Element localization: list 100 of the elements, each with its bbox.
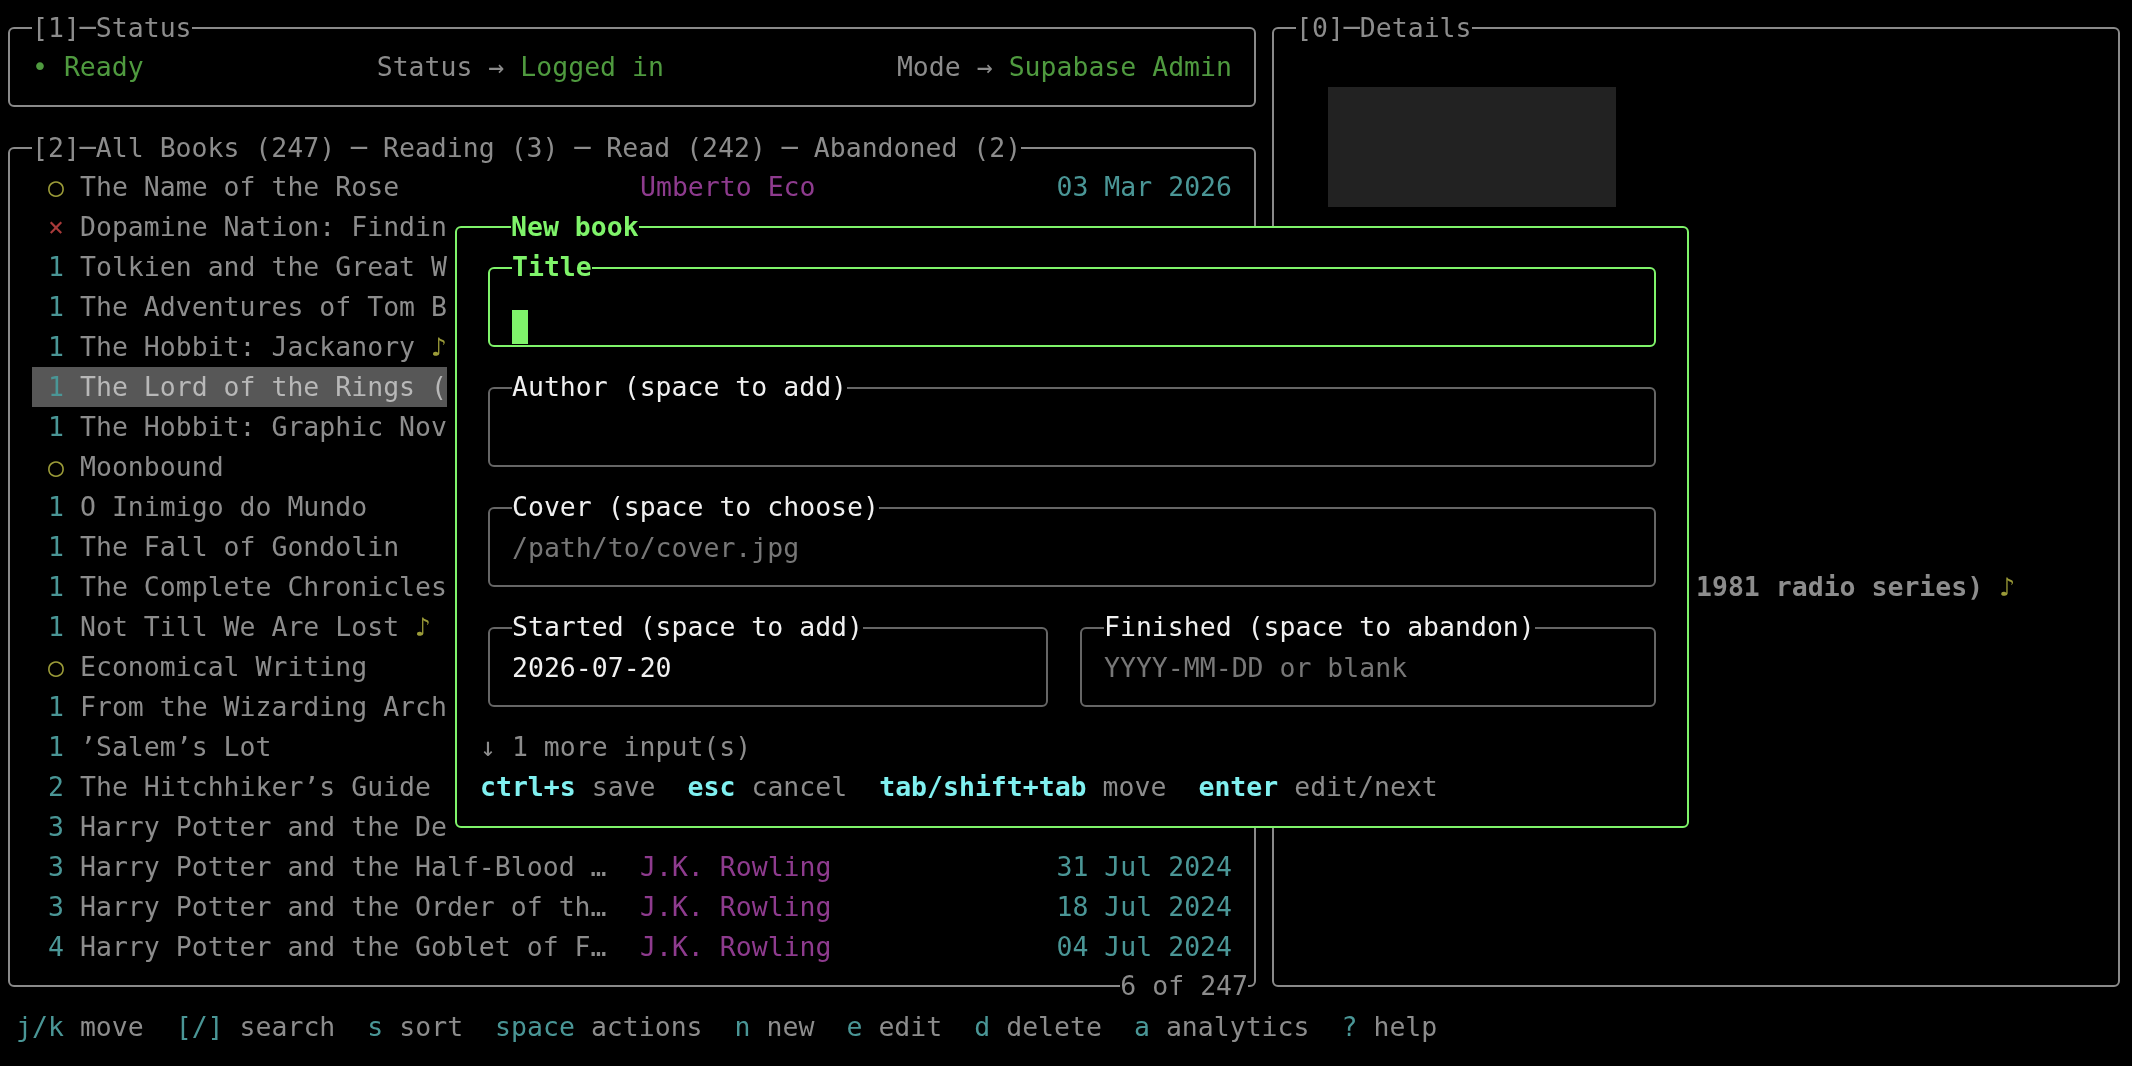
- book-row[interactable]: 1 The Lord of the Rings (: [32, 367, 447, 407]
- status-indicator: • Ready: [32, 50, 144, 84]
- book-title[interactable]: The Lord of the Rings (: [80, 367, 447, 407]
- book-title[interactable]: ’Salem’s Lot: [80, 727, 272, 767]
- shortcut-label: actions: [590, 1010, 703, 1044]
- shortcut-key: ?: [1341, 1007, 1358, 1047]
- book-row[interactable]: 2 The Hitchhiker’s Guide: [32, 767, 431, 807]
- book-title[interactable]: Harry Potter and the Order of th…: [80, 887, 640, 927]
- status-marker: ○: [48, 650, 65, 684]
- book-date: 31 Jul 2024: [1056, 850, 1232, 884]
- shortcut-key: s: [367, 1007, 384, 1047]
- status-marker: 1: [48, 370, 65, 404]
- shortcut-key: tab/shift+tab: [879, 767, 1087, 807]
- status-marker: 1: [48, 410, 65, 444]
- book-date: 03 Mar 2026: [1056, 170, 1232, 204]
- shortcut-label: move: [79, 1010, 144, 1044]
- shortcut-label: analytics: [1165, 1010, 1310, 1044]
- book-title[interactable]: Not Till We Are Lost: [80, 607, 400, 647]
- book-row[interactable]: 1 The Complete Chronicles: [32, 567, 447, 607]
- shortcut-label: help: [1373, 1010, 1438, 1044]
- shortcut-label: move: [1102, 770, 1167, 804]
- book-date: 18 Jul 2024: [1056, 890, 1232, 924]
- book-row[interactable]: ○ The Name of the Rose Umberto Eco 03 Mar 2026: [32, 167, 1232, 207]
- shortcut-key: d: [974, 1007, 991, 1047]
- book-title[interactable]: The Adventures of Tom B: [80, 287, 447, 327]
- book-title[interactable]: The Fall of Gondolin: [80, 527, 400, 567]
- book-row[interactable]: 1 From the Wizarding Arch: [32, 687, 447, 727]
- status-marker: 1: [48, 730, 65, 764]
- shortcut-key: esc: [687, 767, 736, 807]
- audio-note: ♪: [1999, 570, 2016, 604]
- book-row[interactable]: 3 Harry Potter and the Half-Blood … J.K. Rowling 31 Jul 2024: [32, 847, 1232, 887]
- shortcut-key: space: [495, 1007, 575, 1047]
- book-row[interactable]: 1 The Fall of Gondolin: [32, 527, 400, 567]
- status-marker: 1: [48, 690, 65, 724]
- status-marker: ○: [48, 450, 65, 484]
- book-title[interactable]: The Hitchhiker’s Guide: [80, 767, 431, 807]
- shortcut-key: j/k: [16, 1007, 64, 1047]
- book-title[interactable]: The Name of the Rose: [80, 167, 640, 207]
- book-title[interactable]: From the Wizarding Arch: [80, 687, 447, 727]
- book-title[interactable]: Harry Potter and the Half-Blood …: [80, 847, 640, 887]
- status-label: Status →: [376, 50, 505, 84]
- shortcut-label: cancel: [751, 770, 848, 804]
- shortcut-key: e: [846, 1007, 863, 1047]
- status-value: Supabase Admin: [1008, 50, 1232, 84]
- status-marker: 3: [48, 810, 65, 844]
- status-marker: 3: [48, 890, 65, 924]
- status-marker: 1: [48, 490, 65, 524]
- book-row[interactable]: 3 Harry Potter and the Order of th… J.K. Rowling 18 Jul 2024: [32, 887, 1232, 927]
- shortcut-label: sort: [399, 1010, 464, 1044]
- book-row[interactable]: × Dopamine Nation: Findin: [32, 207, 447, 247]
- status-marker: ○: [48, 170, 65, 204]
- shortcut-label: new: [766, 1010, 815, 1044]
- book-title[interactable]: Harry Potter and the Goblet of F…: [80, 927, 640, 967]
- book-row[interactable]: 1 The Hobbit: Graphic Nov: [32, 407, 447, 447]
- shortcut-key: n: [734, 1007, 751, 1047]
- book-author: J.K. Rowling: [640, 930, 833, 964]
- status-marker: ×: [48, 210, 65, 244]
- shortcut-label: search: [239, 1010, 336, 1044]
- shortcut-label: edit: [878, 1010, 943, 1044]
- shortcut-label: save: [591, 770, 656, 804]
- more-inputs-note: ↓ 1 more input(s): [480, 730, 753, 764]
- book-row[interactable]: 1 The Adventures of Tom B: [32, 287, 447, 327]
- audio-note: ♪: [431, 330, 447, 364]
- shortcut-key: a: [1133, 1007, 1150, 1047]
- shortcut-key: [/]: [175, 1007, 224, 1047]
- book-row[interactable]: 3 Harry Potter and the De: [32, 807, 447, 847]
- status-marker: 4: [48, 930, 65, 964]
- book-date: 04 Jul 2024: [1056, 930, 1232, 964]
- text-cursor: [512, 310, 528, 344]
- book-row[interactable]: ○ Moonbound: [32, 447, 224, 487]
- status-marker: 1: [48, 250, 65, 284]
- book-title[interactable]: Harry Potter and the De: [80, 807, 447, 847]
- book-author: J.K. Rowling: [640, 890, 833, 924]
- shortcut-key: ctrl+s: [480, 767, 576, 807]
- book-row[interactable]: 1 O Inimigo do Mundo: [32, 487, 368, 527]
- book-title[interactable]: Economical Writing: [80, 647, 368, 687]
- book-row[interactable]: ○ Economical Writing: [32, 647, 368, 687]
- book-row[interactable]: 1 Tolkien and the Great W: [32, 247, 447, 287]
- status-value: Logged in: [520, 50, 664, 84]
- book-author: J.K. Rowling: [640, 850, 833, 884]
- status-marker: 1: [48, 290, 65, 324]
- book-row[interactable]: 4 Harry Potter and the Goblet of F… J.K. Rowling 04 Jul 2024: [32, 927, 1232, 967]
- shortcut-key: enter: [1198, 767, 1279, 807]
- status-marker: 1: [48, 330, 65, 364]
- book-row[interactable]: 1 The Hobbit: Jackanory ♪: [32, 327, 447, 367]
- book-title[interactable]: The Hobbit: Jackanory: [80, 327, 416, 367]
- book-row[interactable]: 1 Not Till We Are Lost ♪: [32, 607, 432, 647]
- status-marker: 1: [48, 570, 65, 604]
- book-row[interactable]: 1 ’Salem’s Lot: [32, 727, 272, 767]
- book-title[interactable]: The Complete Chronicles: [80, 567, 447, 607]
- shortcut-label: edit/next: [1294, 770, 1438, 804]
- book-title[interactable]: The Hobbit: Graphic Nov: [80, 407, 447, 447]
- book-title[interactable]: Tolkien and the Great W: [80, 247, 447, 287]
- book-title[interactable]: Dopamine Nation: Findin: [80, 207, 447, 247]
- book-title[interactable]: O Inimigo do Mundo: [80, 487, 368, 527]
- status-marker: 1: [48, 530, 65, 564]
- status-label: Mode →: [896, 50, 993, 84]
- status-marker: 2: [48, 770, 65, 804]
- book-title[interactable]: Moonbound: [80, 447, 224, 487]
- shortcut-label: delete: [1006, 1010, 1102, 1044]
